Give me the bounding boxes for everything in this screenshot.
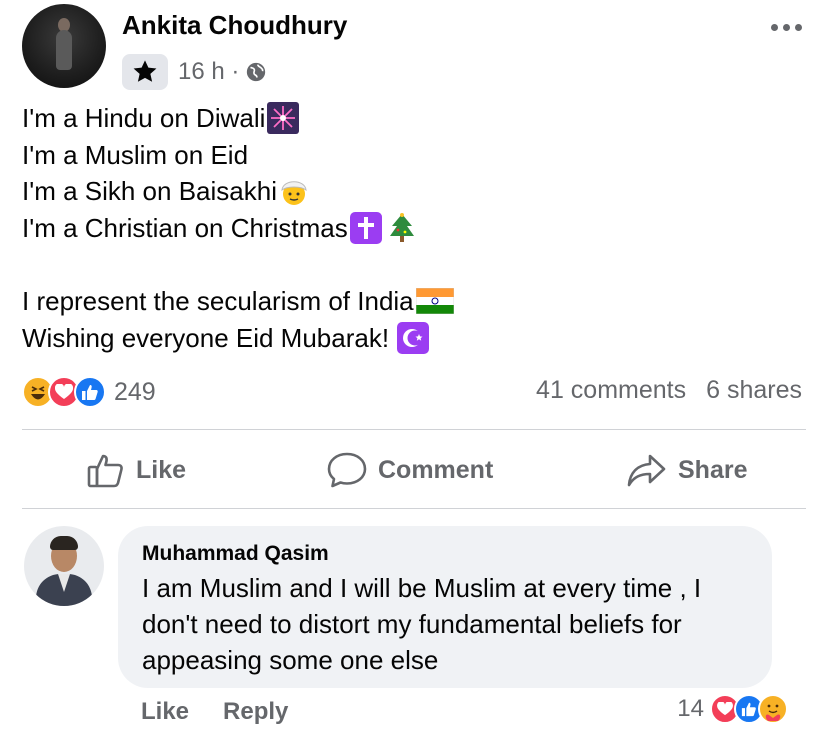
crescent-moon-icon [250, 139, 280, 171]
fireworks-icon [267, 102, 300, 135]
share-icon [627, 454, 666, 487]
star-and-crescent-icon [397, 321, 430, 354]
comments-count[interactable]: 41 comments [536, 376, 686, 405]
india-flag-icon [415, 288, 454, 315]
more-options-icon[interactable] [771, 24, 802, 31]
latin-cross-icon [349, 211, 382, 244]
star-icon [133, 60, 157, 82]
avatar-figure-hair [50, 536, 78, 550]
post-meta: 16 h · [122, 52, 267, 92]
care-icon [758, 694, 788, 724]
post-body: I'm a Hindu on Diwali I'm a Muslim on Ei… [22, 100, 454, 356]
star-badge[interactable] [122, 54, 168, 90]
reaction-summary[interactable]: 249 [22, 372, 156, 412]
share-label: Share [678, 455, 748, 484]
like-label: Like [136, 455, 187, 484]
thumbs-up-icon [87, 454, 123, 488]
shares-count[interactable]: 6 shares [706, 376, 802, 405]
reaction-count[interactable]: 249 [114, 378, 156, 407]
turban-man-icon [279, 175, 309, 207]
commenter-avatar[interactable] [24, 526, 104, 606]
post-line: I'm a Christian on Christmas [22, 210, 454, 247]
comment-like-button[interactable]: Like [141, 698, 189, 726]
divider [22, 508, 806, 509]
like-icon [74, 376, 106, 408]
comment-reaction-count: 14 [677, 695, 704, 722]
post-stats: 41 comments 6 shares [536, 376, 802, 405]
like-button[interactable]: Like [86, 440, 186, 500]
post-line: I'm a Hindu on Diwali [22, 100, 454, 137]
author-avatar[interactable] [22, 4, 106, 88]
post-action-bar: Like Comment Share [0, 440, 828, 500]
globe-icon [245, 61, 267, 83]
comment-label: Comment [378, 455, 494, 484]
post-line: I'm a Muslim on Eid [22, 137, 454, 174]
post-line: Wishing everyone Eid Mubarak! [22, 320, 454, 357]
comment-text: I am Muslim and I will be Muslim at ever… [142, 573, 702, 675]
post-timestamp[interactable]: 16 h · [178, 58, 239, 86]
comment-reactions[interactable]: 14 [677, 694, 788, 724]
post-line: I represent the secularism of India [22, 283, 454, 320]
comment-reply-button[interactable]: Reply [223, 698, 288, 726]
comment-bubble: Muhammad Qasim I am Muslim and I will be… [118, 526, 772, 688]
christmas-tree-icon [388, 212, 416, 244]
avatar-figure-body [56, 30, 72, 70]
comment-actions: Like Reply [141, 698, 288, 726]
comment-button[interactable]: Comment [326, 440, 493, 500]
author-name[interactable]: Ankita Choudhury [122, 10, 347, 41]
divider [22, 429, 806, 430]
share-button[interactable]: Share [626, 440, 747, 500]
comment-icon [327, 452, 367, 488]
comment-author[interactable]: Muhammad Qasim [142, 542, 748, 566]
post-line: I'm a Sikh on Baisakhi [22, 173, 454, 210]
